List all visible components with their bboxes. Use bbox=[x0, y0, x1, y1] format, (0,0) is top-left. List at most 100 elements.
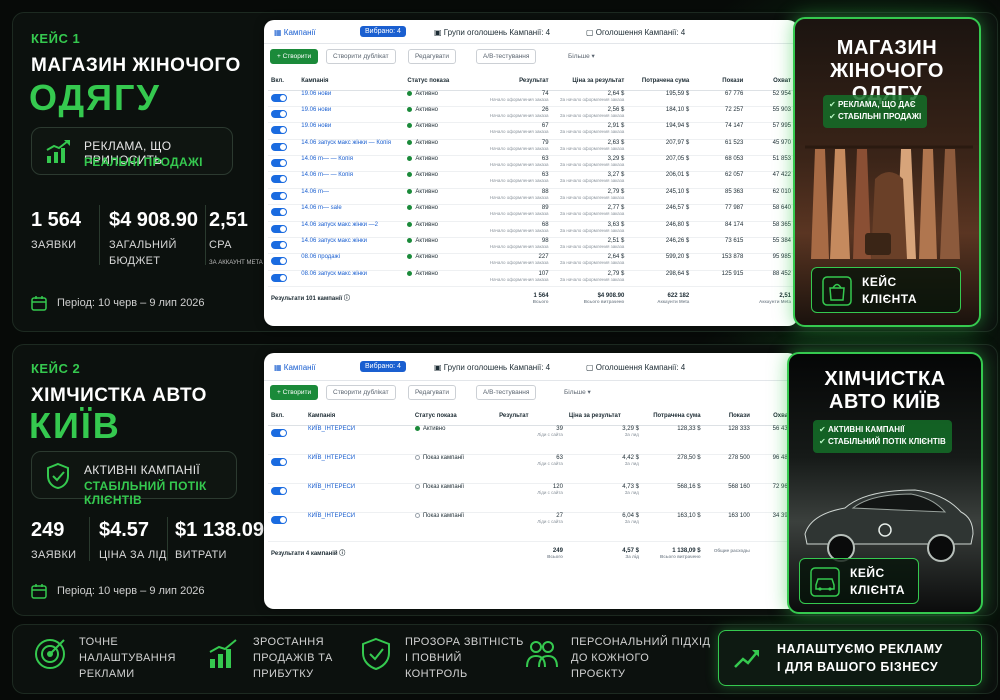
col-reach[interactable]: Охват bbox=[746, 72, 794, 91]
campaign-name-link[interactable]: 14.06 m— — Копія bbox=[301, 156, 353, 162]
tab-ads[interactable]: ▢ Оголошення Кампанії: 4 bbox=[586, 363, 685, 372]
table-row[interactable]: 19.06 нови Активно 26 Начало оформления зак… bbox=[268, 106, 794, 124]
campaign-cell: 19.06 нови bbox=[298, 122, 405, 140]
setup-ads-cta-button[interactable]: НАЛАШТУЄМО РЕКЛАМУ І ДЛЯ ВАШОГО БІЗНЕСУ bbox=[718, 630, 982, 686]
campaign-name-link[interactable]: 14.06 запуск макс жінки bbox=[301, 238, 367, 244]
duplicate-button[interactable]: Створити дублікат bbox=[326, 49, 396, 64]
campaign-name-link[interactable]: КИЇВ_ІНТЕРЕСИ bbox=[308, 426, 355, 432]
campaign-toggle[interactable] bbox=[271, 175, 287, 184]
impressions-cell: 72 257 bbox=[692, 106, 747, 124]
tab-adsets[interactable]: ▣ Групи оголошень Кампанії: 4 bbox=[434, 363, 550, 372]
tab-campaigns[interactable]: ▦ Кампанії bbox=[274, 28, 316, 37]
table-row[interactable]: КИЇВ_ІНТЕРЕСИ Показ кампанії 27 Ліди с сайт… bbox=[268, 512, 794, 542]
table-row[interactable]: 19.06 нови Активно 67 Начало оформления зак… bbox=[268, 122, 794, 140]
cost-cell: 2,64 $ За начало оформления заказа bbox=[551, 90, 628, 107]
table-row[interactable]: 14.06 запуск макс жінки Активно 98 Начало о… bbox=[268, 237, 794, 255]
create-button[interactable]: + Створити bbox=[270, 385, 319, 400]
table-row[interactable]: 14.06 m— Активно 88 Начало оформления заказ… bbox=[268, 188, 794, 206]
campaign-toggle[interactable] bbox=[271, 428, 287, 437]
campaign-toggle[interactable] bbox=[271, 142, 287, 151]
col-campaign[interactable]: Кампанія bbox=[304, 407, 412, 426]
campaign-name-link[interactable]: 19.06 нови bbox=[301, 123, 331, 129]
status-cell: Активно bbox=[404, 155, 474, 173]
col-cost[interactable]: Ціна за результат bbox=[551, 72, 628, 91]
table-row[interactable]: КИЇВ_ІНТЕРЕСИ Активно 39 Ліди с сайта 3,29 $… bbox=[268, 425, 794, 455]
duplicate-button[interactable]: Створити дублікат bbox=[326, 385, 396, 400]
more-button[interactable]: Більше ▾ bbox=[562, 49, 601, 63]
campaign-name-link[interactable]: 08.06 продажі bbox=[301, 254, 340, 260]
col-status[interactable]: Статус показа bbox=[404, 72, 474, 91]
campaign-toggle[interactable] bbox=[271, 257, 287, 266]
campaign-toggle[interactable] bbox=[271, 224, 287, 233]
campaign-cell: КИЇВ_ІНТЕРЕСИ bbox=[304, 483, 412, 513]
col-result[interactable]: Результат bbox=[473, 72, 552, 91]
tab-campaigns[interactable]: ▦ Кампанії bbox=[274, 363, 316, 372]
campaign-name-link[interactable]: 19.06 нови bbox=[301, 91, 331, 97]
reach-value: 88 452 bbox=[772, 270, 791, 277]
impressions-value: 163 100 bbox=[728, 512, 750, 519]
campaign-name-link[interactable]: КИЇВ_ІНТЕРЕСИ bbox=[308, 513, 355, 519]
status-cell: Активно bbox=[404, 139, 474, 157]
feature-reporting: ПРОЗОРА ЗВІТНІСТЬ І ПОВНИЙ КОНТРОЛЬ bbox=[359, 635, 529, 687]
col-spent[interactable]: Потрачена сума bbox=[641, 407, 704, 426]
more-button[interactable]: Більше ▾ bbox=[558, 385, 597, 399]
col-status[interactable]: Статус показа bbox=[411, 407, 497, 426]
campaign-name-link[interactable]: 14.06 m— bbox=[301, 189, 329, 195]
col-impressions[interactable]: Покази bbox=[703, 407, 753, 426]
campaign-name-link[interactable]: 14.06 m— — Копія bbox=[301, 172, 353, 178]
ab-test-button[interactable]: A/B-тестування bbox=[476, 385, 537, 400]
col-on[interactable]: Вкл. bbox=[268, 407, 305, 426]
campaign-toggle[interactable] bbox=[271, 126, 287, 135]
campaign-toggle[interactable] bbox=[271, 159, 287, 168]
campaign-name-link[interactable]: 08.06 запуск макс жінки bbox=[301, 271, 367, 277]
campaign-toggle[interactable] bbox=[271, 109, 287, 118]
info-icon[interactable]: ⓘ bbox=[344, 296, 350, 302]
col-impressions[interactable]: Покази bbox=[692, 72, 747, 91]
edit-button[interactable]: Редагувати bbox=[408, 49, 457, 64]
col-result[interactable]: Результат bbox=[496, 407, 566, 426]
ab-test-button[interactable]: A/B-тестування bbox=[476, 49, 537, 64]
campaign-name-link[interactable]: 19.06 нови bbox=[301, 107, 331, 113]
campaign-toggle[interactable] bbox=[271, 273, 287, 282]
tab-adsets[interactable]: ▣ Групи оголошень Кампанії: 4 bbox=[434, 28, 550, 37]
campaign-toggle[interactable] bbox=[271, 457, 287, 466]
campaign-name-link[interactable]: 14.06 запуск макс жінки — Копія bbox=[301, 140, 391, 146]
campaign-name-link[interactable]: 14.06 запуск макс жінки —2 bbox=[301, 222, 378, 228]
table-row[interactable]: 14.06 m— — Копія Активно 63 Начало оформлен… bbox=[268, 171, 794, 189]
campaign-toggle[interactable] bbox=[271, 191, 287, 200]
campaign-toggle[interactable] bbox=[271, 486, 287, 495]
table-row[interactable]: 14.06 запуск макс жінки —2 Активно 68 Начал… bbox=[268, 221, 794, 239]
campaign-toggle[interactable] bbox=[271, 515, 287, 524]
campaign-name-link[interactable]: 14.06 m— sale bbox=[301, 205, 341, 211]
promo-1-cta[interactable]: КЕЙС КЛІЄНТА bbox=[811, 267, 961, 313]
table-row[interactable]: 08.06 продажі Активно 227 Начало оформления… bbox=[268, 253, 794, 271]
campaign-name-link[interactable]: КИЇВ_ІНТЕРЕСИ bbox=[308, 455, 355, 461]
table-row[interactable]: 14.06 m— — Копія Активно 63 Начало оформлен… bbox=[268, 155, 794, 173]
col-on[interactable]: Вкл. bbox=[268, 72, 299, 91]
table-row[interactable]: КИЇВ_ІНТЕРЕСИ Показ кампанії 120 Ліди с сай… bbox=[268, 483, 794, 513]
edit-button[interactable]: Редагувати bbox=[408, 385, 457, 400]
info-icon[interactable]: ⓘ bbox=[339, 551, 345, 557]
table-row[interactable]: 08.06 запуск макс жінки Активно 107 Начало … bbox=[268, 270, 794, 288]
selected-badge[interactable]: Вибрано: 4 bbox=[360, 361, 406, 372]
result-cell: 120 Ліди с сайта bbox=[496, 483, 566, 513]
tab-ads[interactable]: ▢ Оголошення Кампанії: 4 bbox=[586, 28, 685, 37]
campaign-toggle[interactable] bbox=[271, 93, 287, 102]
create-button[interactable]: + Створити bbox=[270, 49, 319, 64]
campaign-toggle[interactable] bbox=[271, 208, 287, 217]
campaign-name-link[interactable]: КИЇВ_ІНТЕРЕСИ bbox=[308, 484, 355, 490]
selected-badge[interactable]: Вибрано: 4 bbox=[360, 26, 406, 37]
table-row[interactable]: 14.06 запуск макс жінки — Копія Активно 79… bbox=[268, 139, 794, 157]
col-campaign[interactable]: Кампанія bbox=[298, 72, 405, 91]
table-row[interactable]: КИЇВ_ІНТЕРЕСИ Показ кампанії 63 Ліди с сайт… bbox=[268, 454, 794, 484]
campaign-toggle[interactable] bbox=[271, 241, 287, 250]
status-text: Активно bbox=[415, 106, 438, 113]
table-row[interactable]: 19.06 нови Активно 74 Начало оформления зак… bbox=[268, 90, 794, 107]
col-cost[interactable]: Ціна за результат bbox=[565, 407, 642, 426]
cost-cell: 2,79 $ За начало оформления заказа bbox=[551, 188, 628, 206]
col-spent[interactable]: Потрачена сума bbox=[627, 72, 693, 91]
table-row[interactable]: 14.06 m— sale Активно 89 Начало оформления … bbox=[268, 204, 794, 222]
stat-label: CPA bbox=[209, 239, 232, 251]
status-dot bbox=[407, 90, 413, 96]
promo-2-cta[interactable]: КЕЙС КЛІЄНТА bbox=[799, 558, 919, 604]
